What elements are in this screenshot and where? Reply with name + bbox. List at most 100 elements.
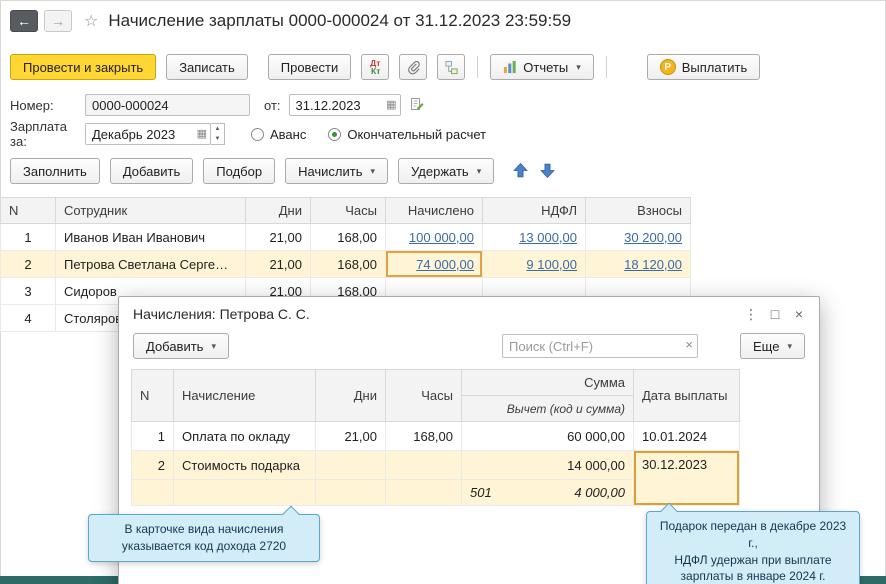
cell-days[interactable] [315, 450, 386, 480]
cell-hours[interactable]: 168,00 [310, 223, 386, 251]
col-hours: Часы [385, 369, 462, 422]
back-button[interactable]: ← [10, 10, 38, 32]
post-and-close-button[interactable]: Провести и закрыть [10, 54, 157, 80]
cell-pay-date-current[interactable]: 30.12.2023 [633, 450, 740, 506]
cell-employee[interactable]: Иванов Иван Иванович [55, 223, 246, 251]
cell-n[interactable]: 2 [0, 250, 56, 278]
period-input[interactable] [85, 123, 211, 145]
cell-n[interactable]: 1 [131, 421, 174, 451]
radio-advance[interactable]: Аванс [251, 127, 306, 142]
clear-search-icon[interactable]: × [685, 337, 693, 352]
accrued-link[interactable]: 74 000,00 [416, 257, 474, 272]
radio-final[interactable]: Окончательный расчет [328, 127, 486, 142]
col-n: N [131, 369, 174, 422]
attachments-button[interactable] [399, 54, 428, 80]
cell-empty[interactable] [131, 479, 174, 506]
spin-down-icon[interactable]: ▼ [211, 134, 224, 144]
related-documents-button[interactable] [437, 54, 466, 80]
number-input[interactable] [85, 94, 250, 116]
move-up-button[interactable] [512, 162, 529, 180]
paperclip-icon [407, 60, 420, 74]
contributions-link[interactable]: 30 200,00 [624, 230, 682, 245]
callout-line: Подарок передан в декабре 2023 г., [659, 519, 847, 550]
period-field: ▦ [85, 123, 211, 145]
contributions-link[interactable]: 18 120,00 [624, 257, 682, 272]
toolbar-separator [605, 56, 607, 78]
page-title: Начисление зарплаты 0000-000024 от 31.12… [108, 11, 572, 30]
cell-contributions[interactable]: 30 200,00 [585, 223, 691, 251]
table-row-selected[interactable]: 2 Стоимость подарка 14 000,00 30.12.2023 [131, 450, 740, 506]
cell-hours[interactable]: 168,00 [310, 250, 386, 278]
calendar-icon[interactable]: ▦ [386, 99, 396, 111]
cell-days[interactable]: 21,00 [315, 421, 386, 451]
close-icon[interactable]: × [787, 302, 811, 326]
table-row[interactable]: 1 Оплата по окладу 21,00 168,00 60 000,0… [131, 421, 740, 451]
cell-accrued[interactable]: 100 000,00 [385, 223, 483, 251]
pick-button[interactable]: Подбор [203, 158, 276, 184]
post-button[interactable]: Провести [267, 54, 352, 80]
cell-n[interactable]: 1 [0, 223, 56, 251]
cell-deduction[interactable]: 501 4 000,00 [461, 479, 634, 506]
callout-line: указывается код дохода 2720 [121, 538, 287, 553]
fill-button[interactable]: Заполнить [10, 158, 100, 184]
accrued-link[interactable]: 100 000,00 [409, 230, 474, 245]
cell-contributions[interactable]: 18 120,00 [585, 250, 691, 278]
more-actions-icon[interactable]: ⋮ [739, 302, 763, 326]
add-button[interactable]: Добавить [109, 158, 194, 184]
cell-n[interactable]: 3 [0, 277, 56, 305]
table-row-selected[interactable]: 2 Петрова Светлана Серге… 21,00 168,00 7… [0, 250, 691, 278]
bar-chart-icon [504, 60, 516, 74]
cell-hours[interactable]: 168,00 [385, 421, 462, 451]
callout-line: НДФЛ удержан при выплате [674, 552, 832, 567]
cell-hours[interactable] [385, 450, 462, 480]
cell-empty[interactable] [315, 479, 386, 506]
deduction-code[interactable]: 501 [470, 485, 492, 500]
cell-accrual[interactable]: Стоимость подарка [173, 450, 316, 480]
maximize-icon[interactable]: □ [763, 302, 787, 326]
cell-pay-date[interactable]: 10.01.2024 [633, 421, 740, 451]
chevron-down-icon: ▾ [576, 61, 581, 72]
radio-final-label: Окончательный расчет [347, 126, 487, 142]
col-ndfl: НДФЛ [482, 197, 586, 224]
accruals-table[interactable]: N Начисление Дни Часы Сумма Дата выплаты… [131, 369, 740, 506]
table-row[interactable]: 1 Иванов Иван Иванович 21,00 168,00 100 … [0, 223, 691, 251]
cell-accrued-current[interactable]: 74 000,00 [385, 250, 483, 278]
cell-days[interactable]: 21,00 [245, 223, 311, 251]
edit-date-icon [410, 98, 424, 110]
write-button[interactable]: Записать [166, 54, 248, 80]
spin-up-icon[interactable]: ▲ [211, 124, 224, 134]
deduction-sum[interactable]: 4 000,00 [574, 485, 625, 500]
cell-employee[interactable]: Петрова Светлана Серге… [55, 250, 246, 278]
dialog-more-button[interactable]: Еще ▾ [740, 333, 805, 359]
date-field: ▦ [288, 94, 401, 116]
ndfl-link[interactable]: 13 000,00 [519, 230, 577, 245]
number-row: Номер: от: ▦ [10, 93, 425, 117]
ndfl-link[interactable]: 9 100,00 [526, 257, 577, 272]
table-command-bar: Заполнить Добавить Подбор Начислить ▾ Уд… [10, 158, 556, 184]
cell-days[interactable]: 21,00 [245, 250, 311, 278]
search-input[interactable] [502, 334, 699, 358]
set-time-button[interactable] [409, 96, 425, 114]
move-down-button[interactable] [539, 162, 556, 180]
withhold-button[interactable]: Удержать ▾ [398, 158, 495, 184]
cell-ndfl[interactable]: 13 000,00 [482, 223, 586, 251]
cell-n[interactable]: 2 [131, 450, 174, 480]
date-input[interactable] [288, 94, 401, 116]
period-stepper[interactable]: ▲ ▼ [211, 123, 225, 145]
reports-button[interactable]: Отчеты ▾ [490, 54, 594, 80]
calendar-icon[interactable]: ▦ [197, 128, 207, 140]
cell-empty[interactable] [385, 479, 462, 506]
cell-sum[interactable]: 60 000,00 [461, 421, 634, 451]
forward-button[interactable]: → [44, 10, 72, 32]
accrue-button[interactable]: Начислить ▾ [285, 158, 389, 184]
dtkt-postings-button[interactable]: Дт Кт [361, 54, 390, 80]
cell-n[interactable]: 4 [0, 304, 56, 332]
pay-button[interactable]: Р Выплатить [646, 54, 761, 80]
dialog-add-button[interactable]: Добавить ▾ [133, 333, 229, 359]
cell-sum[interactable]: 14 000,00 [461, 450, 634, 480]
favorite-star-icon[interactable]: ☆ [84, 11, 98, 31]
cell-ndfl[interactable]: 9 100,00 [482, 250, 586, 278]
col-accrued: Начислено [385, 197, 483, 224]
cell-empty[interactable] [173, 479, 316, 506]
cell-accrual[interactable]: Оплата по окладу [173, 421, 316, 451]
